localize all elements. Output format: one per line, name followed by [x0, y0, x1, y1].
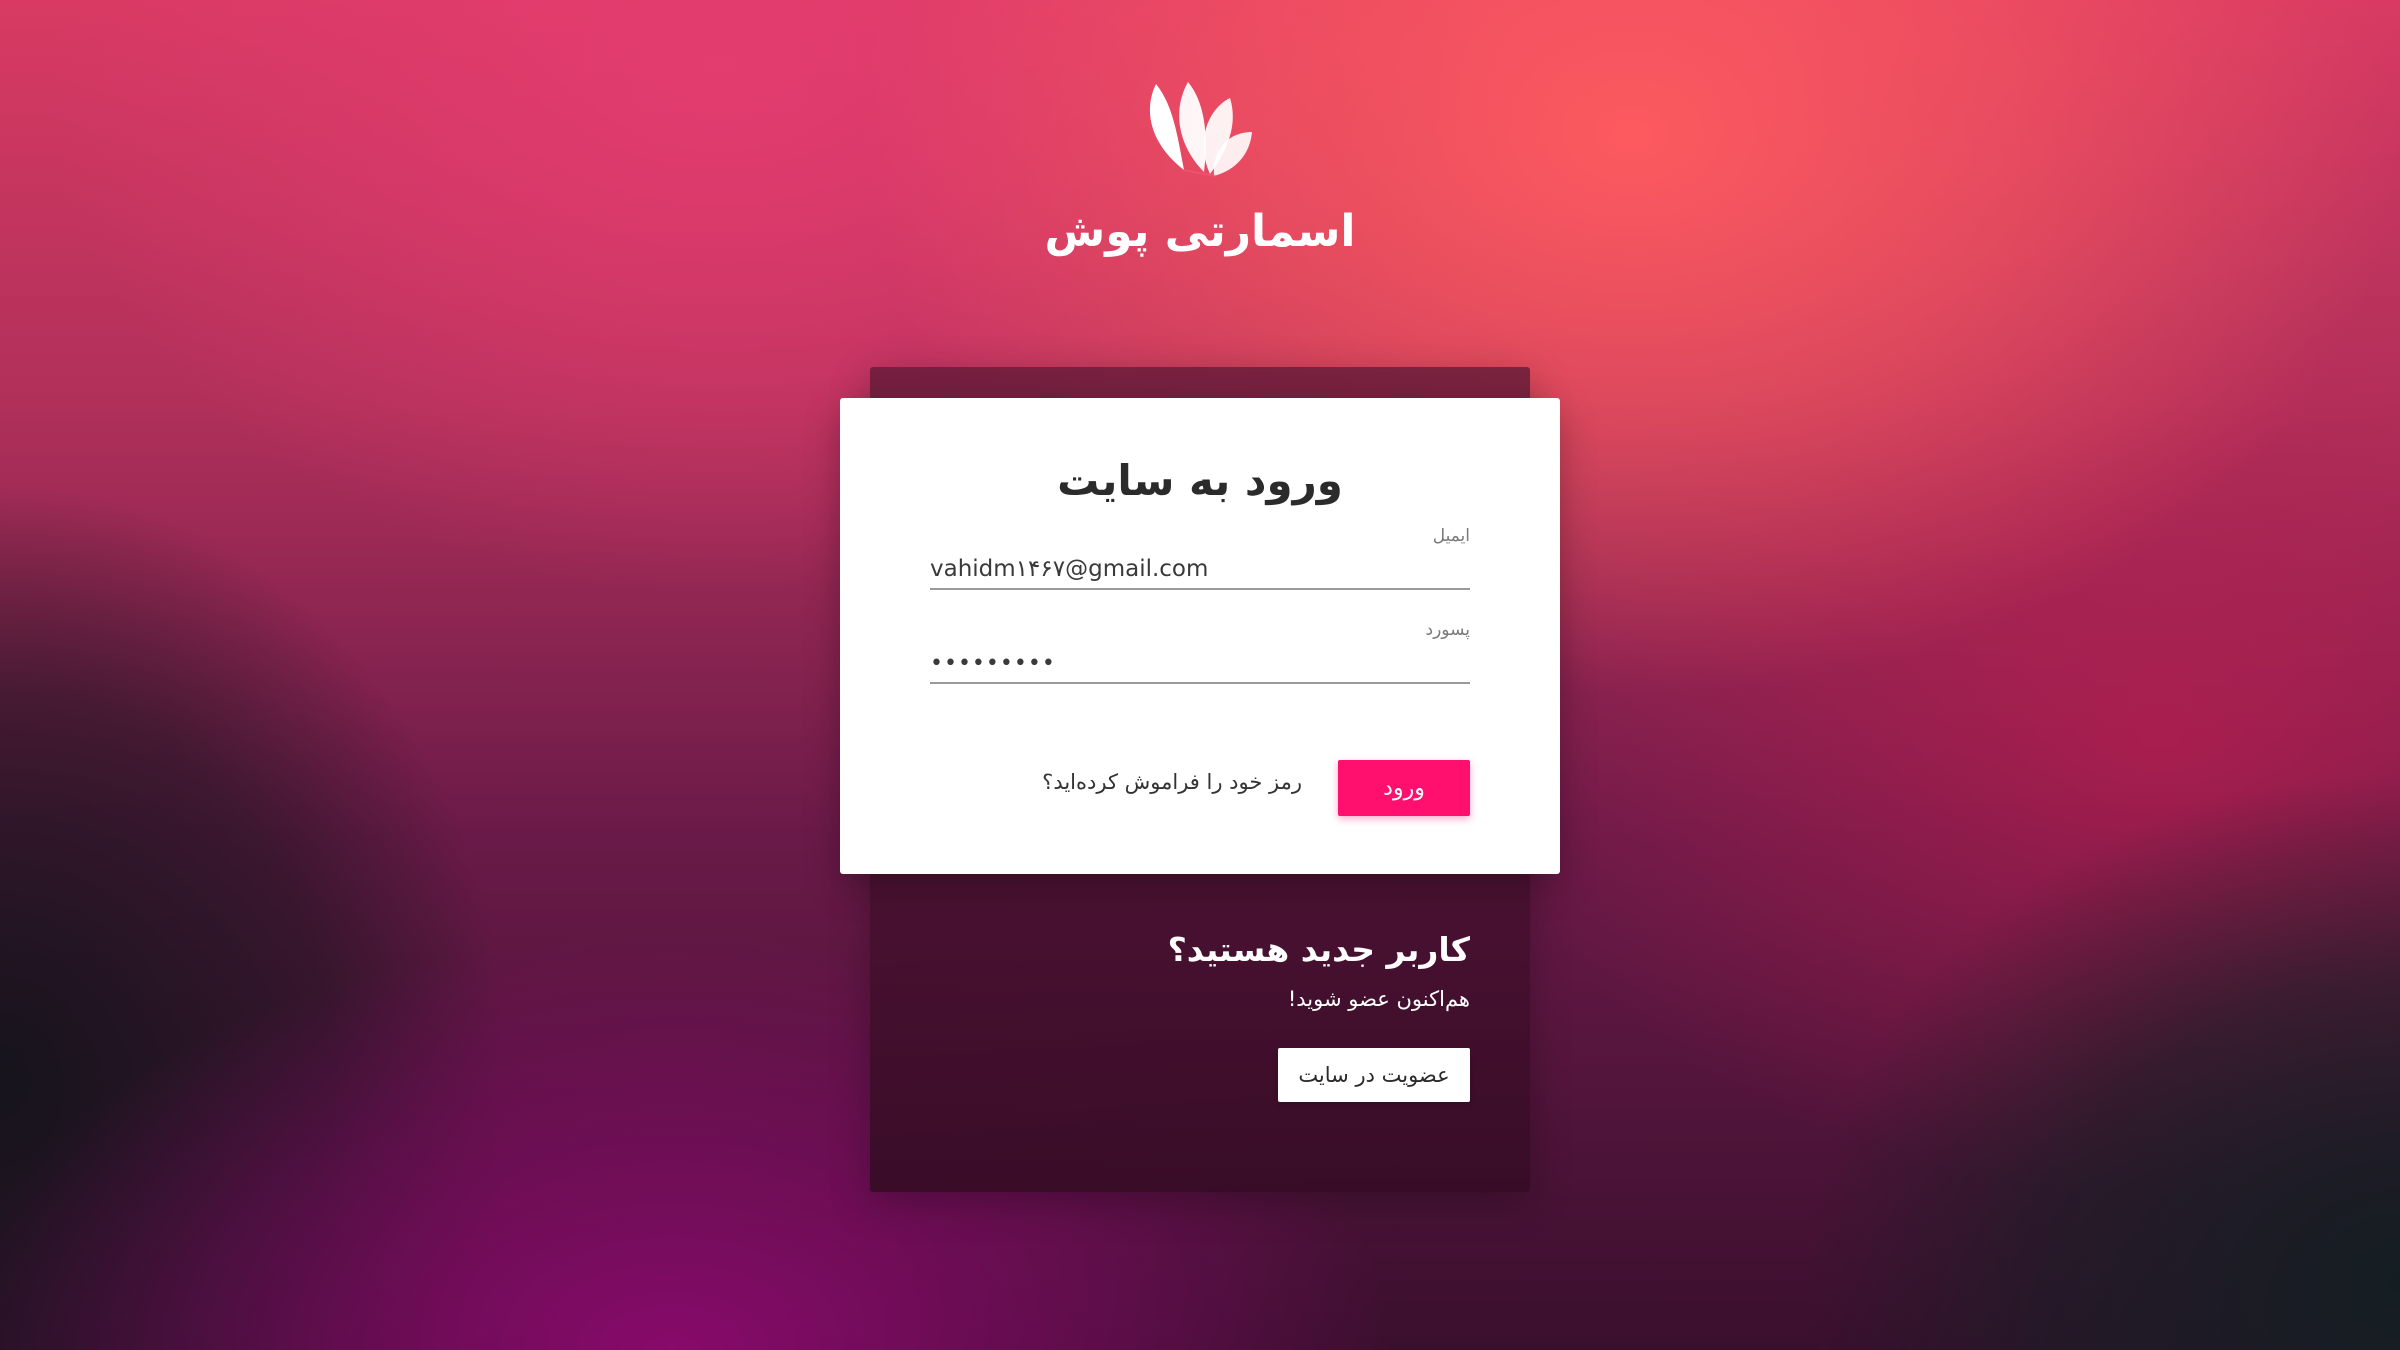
forgot-password-link[interactable]: رمز خود را فراموش کرده‌اید؟ [1042, 770, 1302, 794]
signup-subtitle: هم‌اکنون عضو شوید! [1287, 987, 1470, 1011]
password-label: پسورد [1425, 620, 1470, 640]
login-card: ورود به سایت ایمیل پسورد ورود رمز خود را… [840, 398, 1560, 874]
signup-title: کاربر جدید هستید؟ [1167, 930, 1470, 969]
signup-section: کاربر جدید هستید؟ هم‌اکنون عضو شوید! عضو… [870, 930, 1470, 1102]
password-field: پسورد [930, 620, 1470, 690]
email-field: ایمیل [930, 526, 1470, 596]
signup-button[interactable]: عضویت در سایت [1278, 1048, 1470, 1102]
brand-name: اسمارتی پوش [1044, 206, 1356, 257]
email-label: ایمیل [1432, 526, 1470, 546]
brand-header: اسمارتی پوش [0, 80, 2400, 257]
login-button[interactable]: ورود [1338, 760, 1470, 816]
email-input[interactable] [930, 550, 1470, 590]
login-title: ورود به سایت [1057, 456, 1343, 505]
password-input[interactable] [930, 644, 1470, 684]
lotus-leaves-icon [1144, 80, 1256, 180]
